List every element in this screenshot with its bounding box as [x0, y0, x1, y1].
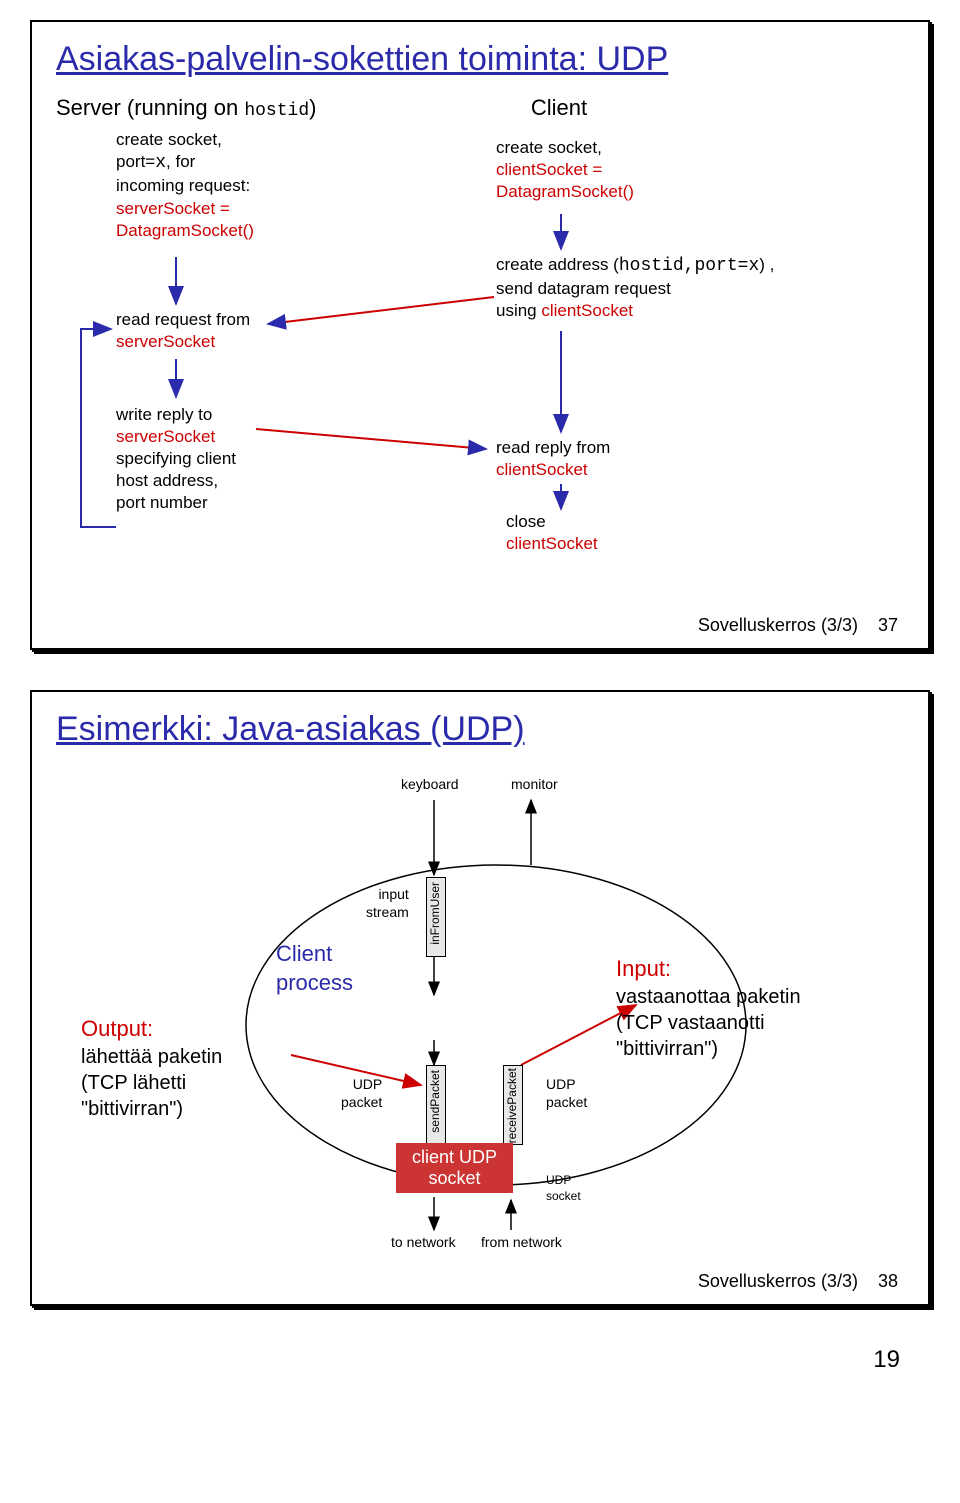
s1-l2a: port= [116, 152, 155, 171]
input-stream-label: input stream [366, 885, 409, 921]
footer2-num: 38 [878, 1271, 898, 1291]
s2-l1: read request from [116, 309, 250, 331]
c1-l2a: clientSocket = [496, 160, 602, 179]
s3-l4: host address, [116, 470, 236, 492]
client-read-reply: read reply from clientSocket [496, 437, 610, 481]
server-heading-text: Server (running on [56, 95, 244, 120]
c2-l3b: clientSocket [541, 301, 633, 320]
s1-l3: incoming request: [116, 175, 254, 197]
client-udp-socket-box: client UDP socket [396, 1143, 513, 1193]
s1-l4a: serverSocket = [116, 199, 230, 218]
output-block: Output: lähettää paketin (TCP lähetti "b… [81, 1015, 222, 1122]
c1-l2: clientSocket = DatagramSocket() [496, 159, 634, 203]
c2-l1b: hostid,port=x [619, 256, 759, 276]
client-process-label: Client process [276, 940, 353, 997]
slide2-footer: Sovelluskerros (3/3) 38 [56, 1265, 904, 1294]
s3-l2: serverSocket [116, 426, 236, 448]
page-number: 19 [20, 1346, 900, 1374]
c3-l2: clientSocket [496, 459, 610, 481]
s1-l1: create socket, [116, 129, 254, 151]
c2-l2: send datagram request [496, 278, 774, 300]
server-hostid: hostid [244, 101, 309, 121]
client-heading: Client [531, 95, 904, 121]
c1-l2b: DatagramSocket() [496, 182, 634, 201]
from-network-label: from network [481, 1233, 562, 1251]
client-create-socket: create socket, clientSocket = DatagramSo… [496, 137, 634, 203]
s3-l1: write reply to [116, 404, 236, 426]
keyboard-label: keyboard [401, 775, 459, 793]
c4-l1: close [506, 511, 598, 533]
c2-l3: using clientSocket [496, 300, 774, 322]
c2-l3a: using [496, 301, 541, 320]
server-heading-close: ) [309, 95, 316, 120]
server-read-request: read request from serverSocket [116, 309, 250, 353]
udp-packet-right: UDP packet [546, 1075, 587, 1111]
receivepacket-rect: receivePacket [503, 1065, 523, 1145]
headers-row: Server (running on hostid) Client [56, 95, 904, 121]
slide1-footer: Sovelluskerros (3/3) 37 [56, 609, 904, 638]
s3-l5: port number [116, 492, 236, 514]
receivepacket-label: receivePacket [505, 1068, 519, 1143]
c3-l1: read reply from [496, 437, 610, 459]
footer2-label: Sovelluskerros (3/3) [698, 1271, 858, 1291]
udp-socket-label: UDP socket [546, 1173, 581, 1204]
output-body: lähettää paketin (TCP lähetti "bittivirr… [81, 1044, 222, 1122]
c2-l1a: create address ( [496, 255, 619, 274]
s2-l2: serverSocket [116, 331, 250, 353]
slide1-diagram: create socket, port=x, for incoming requ… [56, 129, 904, 609]
slide2-title: Esimerkki: Java-asiakas (UDP) [56, 710, 904, 749]
input-block: Input: vastaanottaa paketin (TCP vastaan… [616, 955, 801, 1062]
slide-1: Asiakas-palvelin-sokettien toiminta: UDP… [30, 20, 930, 650]
input-stream-rect: inFromUser [426, 877, 446, 957]
sendpacket-label: sendPacket [428, 1070, 442, 1133]
slide-2: Esimerkki: Java-asiakas (UDP) [30, 690, 930, 1306]
c1-l1: create socket, [496, 137, 634, 159]
sendpacket-rect: sendPacket [426, 1065, 446, 1145]
s1-l4b: DatagramSocket() [116, 221, 254, 240]
output-heading: Output: [81, 1015, 222, 1044]
client-close: close clientSocket [506, 511, 598, 555]
c2-l1: create address (hostid,port=x) , [496, 254, 774, 278]
footer-num: 37 [878, 615, 898, 635]
slide1-title: Asiakas-palvelin-sokettien toiminta: UDP [56, 40, 904, 79]
input-body: vastaanottaa paketin (TCP vastaanotti "b… [616, 984, 801, 1062]
s1-l2b: x [155, 153, 166, 173]
input-heading: Input: [616, 955, 801, 984]
to-network-label: to network [391, 1233, 456, 1251]
s3-l3: specifying client [116, 448, 236, 470]
server-create-socket: create socket, port=x, for incoming requ… [116, 129, 254, 242]
client-create-address: create address (hostid,port=x) , send da… [496, 254, 774, 323]
c4-l2: clientSocket [506, 533, 598, 555]
s1-l4: serverSocket = DatagramSocket() [116, 198, 254, 242]
s1-l2: port=x, for [116, 151, 254, 175]
footer-label: Sovelluskerros (3/3) [698, 615, 858, 635]
udp-packet-left: UDP packet [341, 1075, 382, 1111]
monitor-label: monitor [511, 775, 558, 793]
s1-l2c: , for [166, 152, 195, 171]
server-write-reply: write reply to serverSocket specifying c… [116, 404, 236, 514]
infromuser-label: inFromUser [428, 882, 442, 945]
server-heading: Server (running on hostid) [56, 95, 531, 121]
slide2-diagram: keyboard monitor inFromUser input stream… [56, 765, 904, 1265]
c2-l1c: ) , [759, 255, 774, 274]
